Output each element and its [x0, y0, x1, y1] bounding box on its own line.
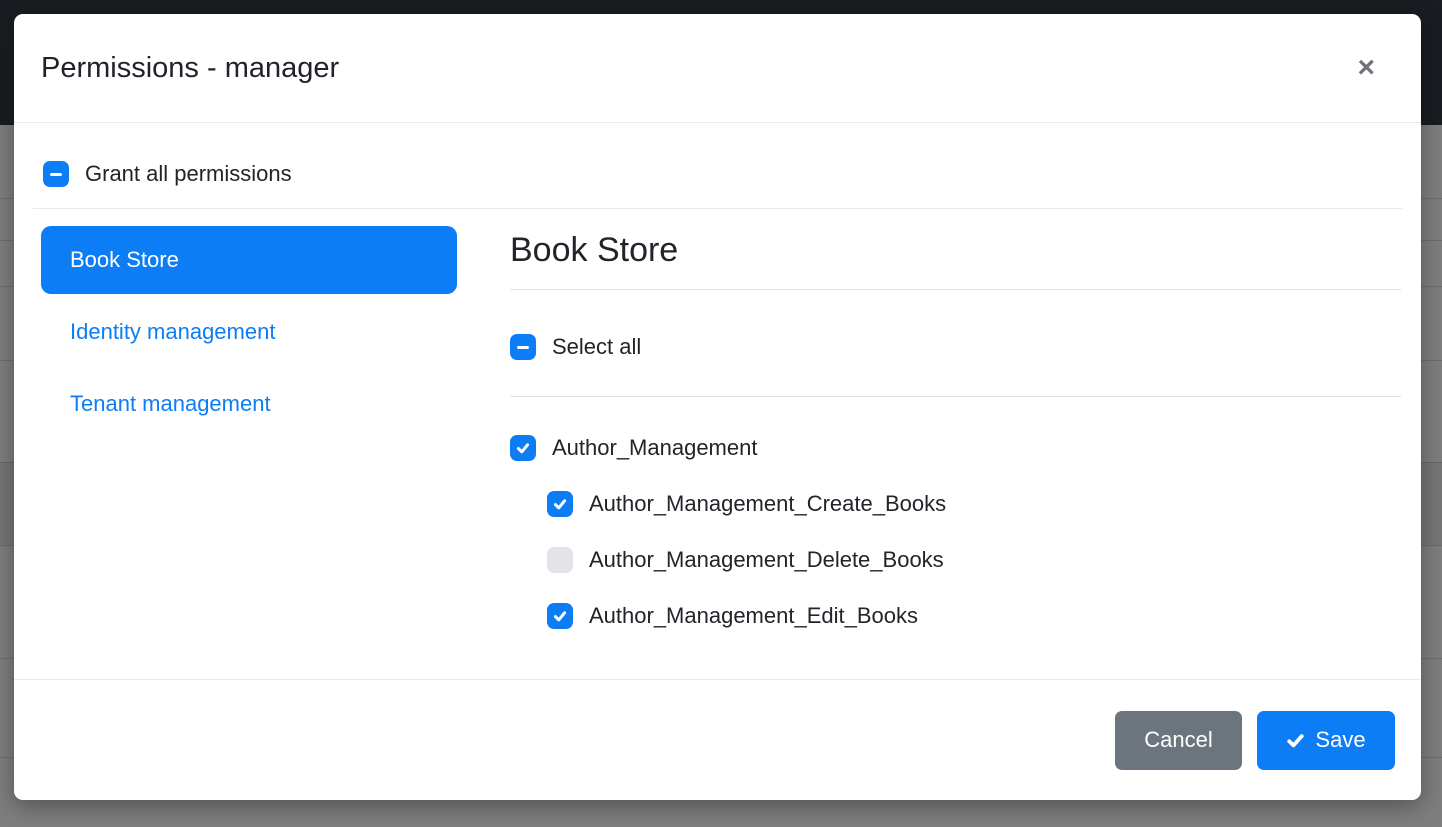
permission-label: Author_Management: [552, 435, 757, 461]
panel-divider: [510, 396, 1401, 397]
modal-columns: Book Store Identity management Tenant ma…: [14, 226, 1421, 629]
edit-books-checkbox[interactable]: [547, 603, 573, 629]
close-icon[interactable]: ×: [1349, 49, 1383, 87]
delete-books-checkbox[interactable]: [547, 547, 573, 573]
tab-identity-management[interactable]: Identity management: [41, 298, 457, 366]
permission-label: Author_Management_Create_Books: [589, 491, 946, 517]
select-all-label: Select all: [552, 334, 641, 360]
author-management-checkbox[interactable]: [510, 435, 536, 461]
modal-header: Permissions - manager ×: [14, 14, 1421, 123]
tab-tenant-management[interactable]: Tenant management: [41, 370, 457, 438]
permission-row: Author_Management_Delete_Books: [510, 547, 1401, 573]
check-icon: [552, 496, 568, 512]
permission-panel: Book Store Select all Author_Management: [510, 226, 1401, 629]
permissions-modal: Permissions - manager × Grant all permis…: [14, 14, 1421, 800]
modal-body: Grant all permissions Book Store Identit…: [14, 123, 1421, 679]
body-divider: [33, 208, 1402, 209]
permission-label: Author_Management_Edit_Books: [589, 603, 918, 629]
permission-row: Author_Management: [510, 435, 1401, 461]
check-icon: [515, 440, 531, 456]
check-icon: [552, 608, 568, 624]
panel-divider: [510, 289, 1401, 290]
tab-book-store[interactable]: Book Store: [41, 226, 457, 294]
permission-group-tabs: Book Store Identity management Tenant ma…: [41, 226, 457, 629]
grant-all-permissions-row: Grant all permissions: [43, 161, 1421, 187]
save-button-label: Save: [1315, 727, 1365, 753]
permission-row: Author_Management_Edit_Books: [510, 603, 1401, 629]
permission-label: Author_Management_Delete_Books: [589, 547, 944, 573]
select-all-checkbox[interactable]: [510, 334, 536, 360]
cancel-button[interactable]: Cancel: [1115, 711, 1242, 770]
modal-footer: Cancel Save: [14, 679, 1421, 800]
indeterminate-dash-icon: [517, 346, 529, 349]
grant-all-label: Grant all permissions: [85, 161, 292, 187]
check-icon: [1286, 731, 1305, 750]
modal-title: Permissions - manager: [41, 52, 339, 85]
create-books-checkbox[interactable]: [547, 491, 573, 517]
permission-row: Author_Management_Create_Books: [510, 491, 1401, 517]
save-button[interactable]: Save: [1257, 711, 1395, 770]
select-all-row: Select all: [510, 334, 1401, 360]
indeterminate-dash-icon: [50, 173, 62, 176]
panel-heading: Book Store: [510, 230, 1401, 270]
grant-all-checkbox[interactable]: [43, 161, 69, 187]
